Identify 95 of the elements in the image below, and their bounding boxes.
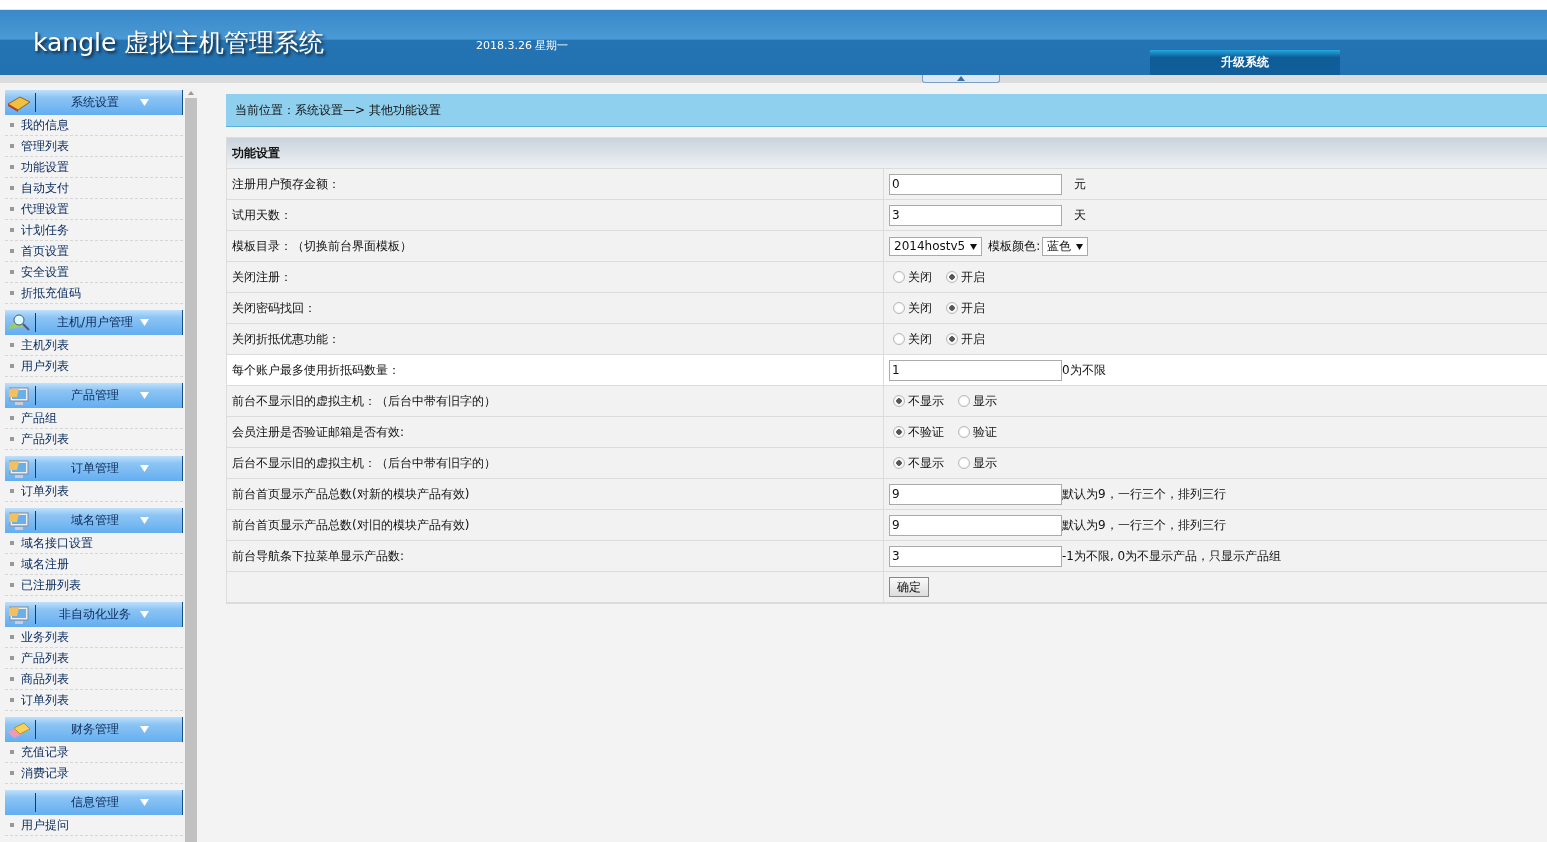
menu-item[interactable]: 管理列表 — [5, 136, 183, 157]
unit-text: 元 — [1074, 175, 1086, 193]
menu-item[interactable]: 商品列表 — [5, 669, 183, 690]
unit-text: 默认为9，一行三个，排列三行 — [1062, 516, 1226, 534]
menu-item[interactable]: 折抵充值码 — [5, 283, 183, 304]
menu-item[interactable]: 自动支付 — [5, 178, 183, 199]
radio-option[interactable]: 不显示 — [893, 454, 944, 472]
menu-group-header[interactable]: 信息管理 — [5, 790, 183, 815]
menu-group-header[interactable]: 财务管理 — [5, 717, 183, 742]
menu-item[interactable]: 业务列表 — [5, 627, 183, 648]
menu-item[interactable]: 订单列表 — [5, 690, 183, 711]
monitor-icon — [6, 510, 32, 531]
setting-label: 前台首页显示产品总数(对旧的模块产品有效) — [227, 510, 884, 540]
setting-label: 每个账户最多使用折抵码数量： — [227, 355, 884, 385]
caret-icon — [1076, 242, 1084, 250]
menu-item[interactable]: 域名注册 — [5, 554, 183, 575]
value-field[interactable]: 9 — [889, 483, 1062, 505]
setting-label: 前台不显示旧的虚拟主机：（后台中带有旧字的） — [227, 386, 884, 416]
menu-group-header[interactable]: 主机/用户管理 — [5, 310, 183, 335]
menu-item[interactable]: 域名接口设置 — [5, 533, 183, 554]
menu-group-header[interactable]: 系统设置 — [5, 90, 183, 115]
radio-option[interactable]: 验证 — [958, 423, 997, 441]
menu-item[interactable]: 用户列表 — [5, 356, 183, 377]
menu-item[interactable]: 功能设置 — [5, 157, 183, 178]
setting-label: 关闭折抵优惠功能： — [227, 324, 884, 354]
confirm-button[interactable]: 确定 — [889, 577, 929, 597]
menu-item[interactable]: 产品列表 — [5, 429, 183, 450]
menu-item[interactable]: 计划任务 — [5, 220, 183, 241]
panel-title: 功能设置 — [227, 138, 1547, 169]
magnifier-icon — [6, 312, 32, 333]
menu-item[interactable]: 用户提问 — [5, 815, 183, 836]
dropdown[interactable]: 2014hostv5 — [889, 236, 983, 256]
setting-label: 前台导航条下拉菜单显示产品数: — [227, 541, 884, 571]
unit-text: 0为不限 — [1062, 361, 1106, 379]
menu-item[interactable]: 我的信息 — [5, 115, 183, 136]
radio-option[interactable]: 关闭 — [893, 299, 932, 317]
setting-label: 试用天数： — [227, 200, 884, 230]
unit-text: 天 — [1074, 206, 1086, 224]
setting-label: 关闭密码找回： — [227, 293, 884, 323]
radio-option[interactable]: 显示 — [958, 454, 997, 472]
unit-text: -1为不限, 0为不显示产品，只显示产品组 — [1062, 547, 1282, 565]
setting-label: 模板目录：（切换前台界面模板） — [227, 231, 884, 261]
monitor-icon — [6, 458, 32, 479]
menu-item[interactable]: 已注册列表 — [5, 575, 183, 596]
menu-item[interactable]: 代理设置 — [5, 199, 183, 220]
unit-text: 默认为9，一行三个，排列三行 — [1062, 485, 1226, 503]
monitor-icon — [6, 604, 32, 625]
caret-icon — [140, 392, 149, 399]
menu-item[interactable]: 首页设置 — [5, 241, 183, 262]
date-text: 2018.3.26 星期一 — [476, 38, 569, 54]
scrollbar[interactable] — [185, 88, 197, 842]
value-field[interactable]: 3 — [889, 204, 1062, 226]
radio-option[interactable]: 开启 — [946, 330, 985, 348]
radio-option[interactable]: 关闭 — [893, 330, 932, 348]
upgrade-button[interactable]: 升级系统 — [1150, 50, 1340, 75]
menu-group-header[interactable]: 订单管理 — [5, 456, 183, 481]
collapse-handle[interactable] — [922, 75, 1000, 83]
value-field[interactable]: 9 — [889, 514, 1062, 536]
menu-group-header[interactable]: 非自动化业务 — [5, 602, 183, 627]
caret-icon — [140, 799, 149, 806]
radio-option[interactable]: 开启 — [946, 268, 985, 286]
caret-icon — [140, 726, 149, 733]
radio-option[interactable]: 显示 — [958, 392, 997, 410]
setting-label: 关闭注册： — [227, 262, 884, 292]
caret-icon — [140, 99, 149, 106]
app-title: kangle 虚拟主机管理系统 — [32, 27, 326, 59]
menu-group-header[interactable]: 产品管理 — [5, 383, 183, 408]
breadcrumb-bar: 当前位置：系统设置—> 其他功能设置 — [226, 94, 1547, 127]
caret-icon — [140, 465, 149, 472]
select-caption: 模板颜色: — [988, 237, 1041, 255]
value-field[interactable]: 0 — [889, 173, 1062, 195]
caret-icon — [970, 242, 978, 250]
value-field[interactable]: 1 — [889, 359, 1062, 381]
dropdown[interactable]: 蓝色 — [1042, 236, 1089, 256]
menu-item[interactable]: 产品列表 — [5, 648, 183, 669]
radio-option[interactable]: 不显示 — [893, 392, 944, 410]
radio-option[interactable]: 关闭 — [893, 268, 932, 286]
monitor-icon — [6, 385, 32, 406]
value-field[interactable]: 3 — [889, 545, 1062, 567]
radio-option[interactable]: 开启 — [946, 299, 985, 317]
setting-label: 前台首页显示产品总数(对新的模块产品有效) — [227, 479, 884, 509]
menu-group-header[interactable]: 域名管理 — [5, 508, 183, 533]
radio-option[interactable]: 不验证 — [893, 423, 944, 441]
menu-item[interactable]: 主机列表 — [5, 335, 183, 356]
setting-label: 会员注册是否验证邮箱是否有效: — [227, 417, 884, 447]
setting-label: 注册用户预存金额： — [227, 169, 884, 199]
caret-icon — [140, 611, 149, 618]
caret-icon — [140, 319, 149, 326]
menu-item[interactable]: 充值记录 — [5, 742, 183, 763]
caret-icon — [140, 517, 149, 524]
menu-item[interactable]: 消费记录 — [5, 763, 183, 784]
menu-item[interactable]: 订单列表 — [5, 481, 183, 502]
menu-item[interactable]: 安全设置 — [5, 262, 183, 283]
menu-item[interactable]: 产品组 — [5, 408, 183, 429]
setting-label: 后台不显示旧的虚拟主机：（后台中带有旧字的） — [227, 448, 884, 478]
